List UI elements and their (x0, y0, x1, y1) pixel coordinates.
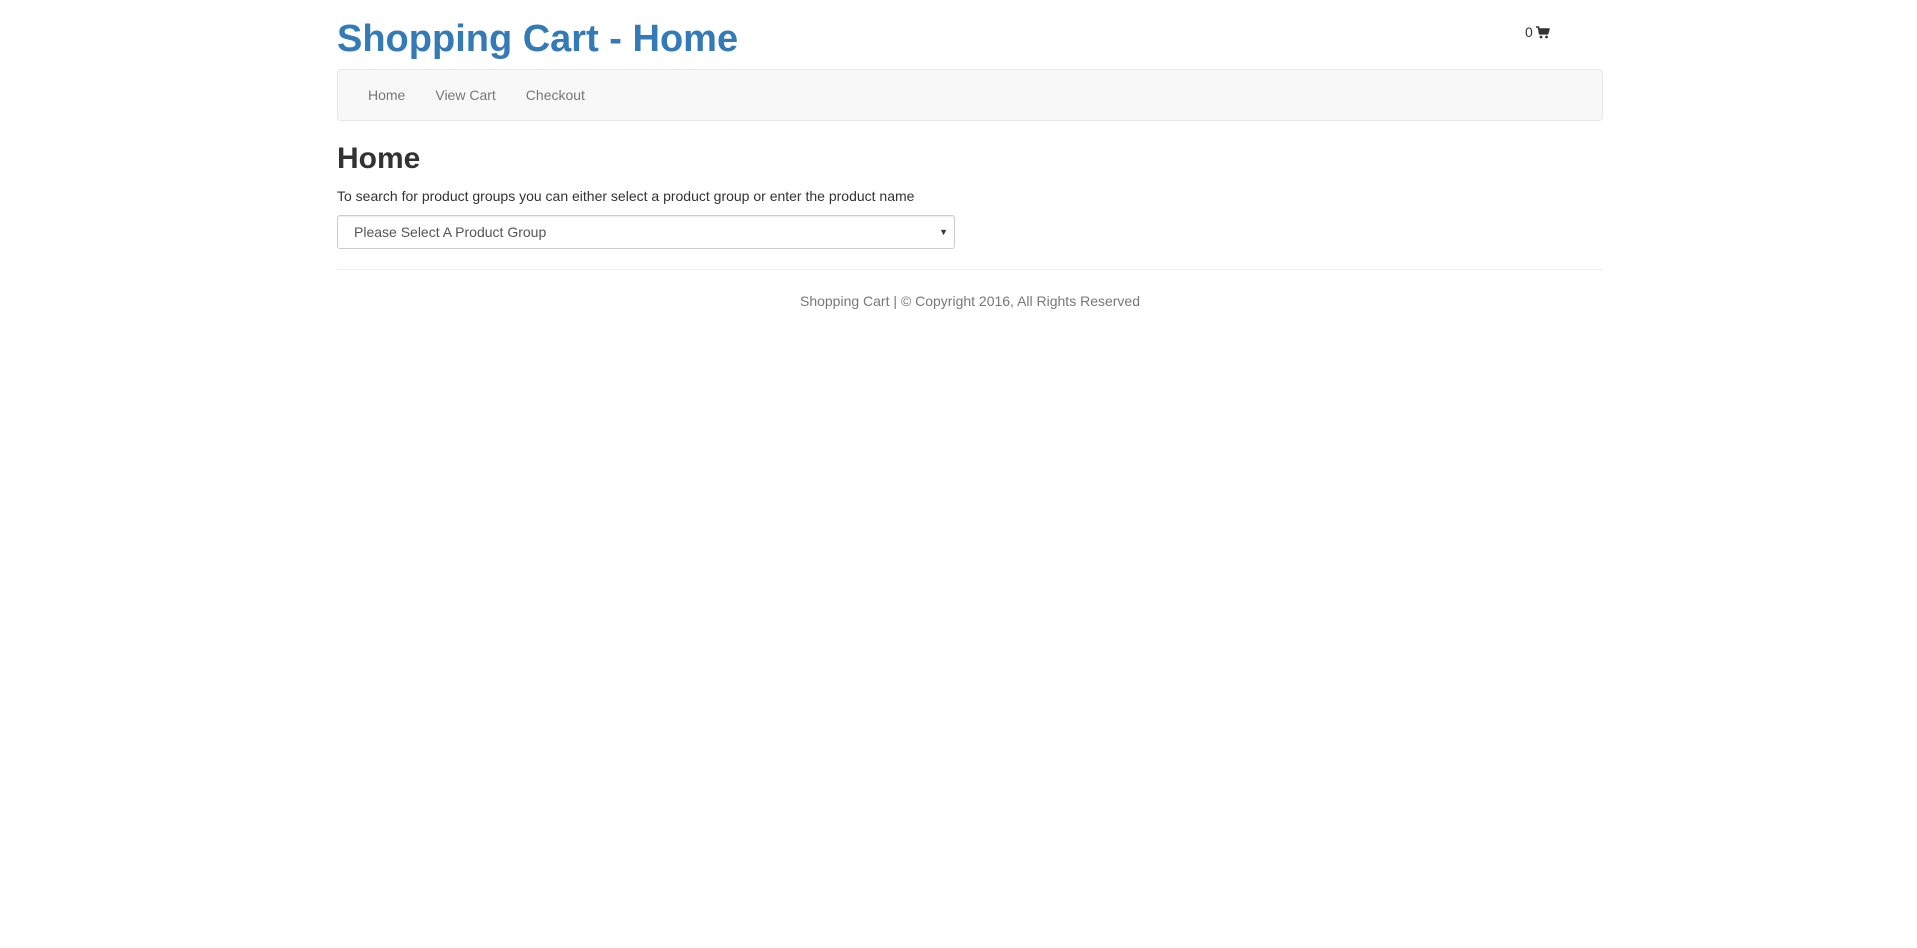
chevron-down-icon: ▼ (939, 227, 948, 237)
cart-count: 0 (1525, 24, 1533, 40)
product-group-select[interactable]: Please Select A Product Group ▼ (337, 215, 955, 249)
cart-indicator[interactable]: 0 (1525, 24, 1550, 40)
nav-view-cart-link[interactable]: View Cart (420, 70, 510, 120)
footer-divider (337, 269, 1603, 270)
nav-list: Home View Cart Checkout (338, 70, 1602, 120)
main-navbar: Home View Cart Checkout (337, 69, 1603, 121)
site-title: Shopping Cart - Home (337, 18, 739, 60)
nav-checkout-link[interactable]: Checkout (511, 70, 600, 120)
product-group-select-value: Please Select A Product Group (354, 224, 547, 240)
page-heading: Home (337, 142, 421, 175)
intro-text: To search for product groups you can eit… (337, 188, 915, 204)
shopping-cart-icon (1535, 25, 1550, 39)
nav-home-link[interactable]: Home (353, 70, 420, 120)
footer-copyright: Shopping Cart | © Copyright 2016, All Ri… (799, 293, 1141, 309)
